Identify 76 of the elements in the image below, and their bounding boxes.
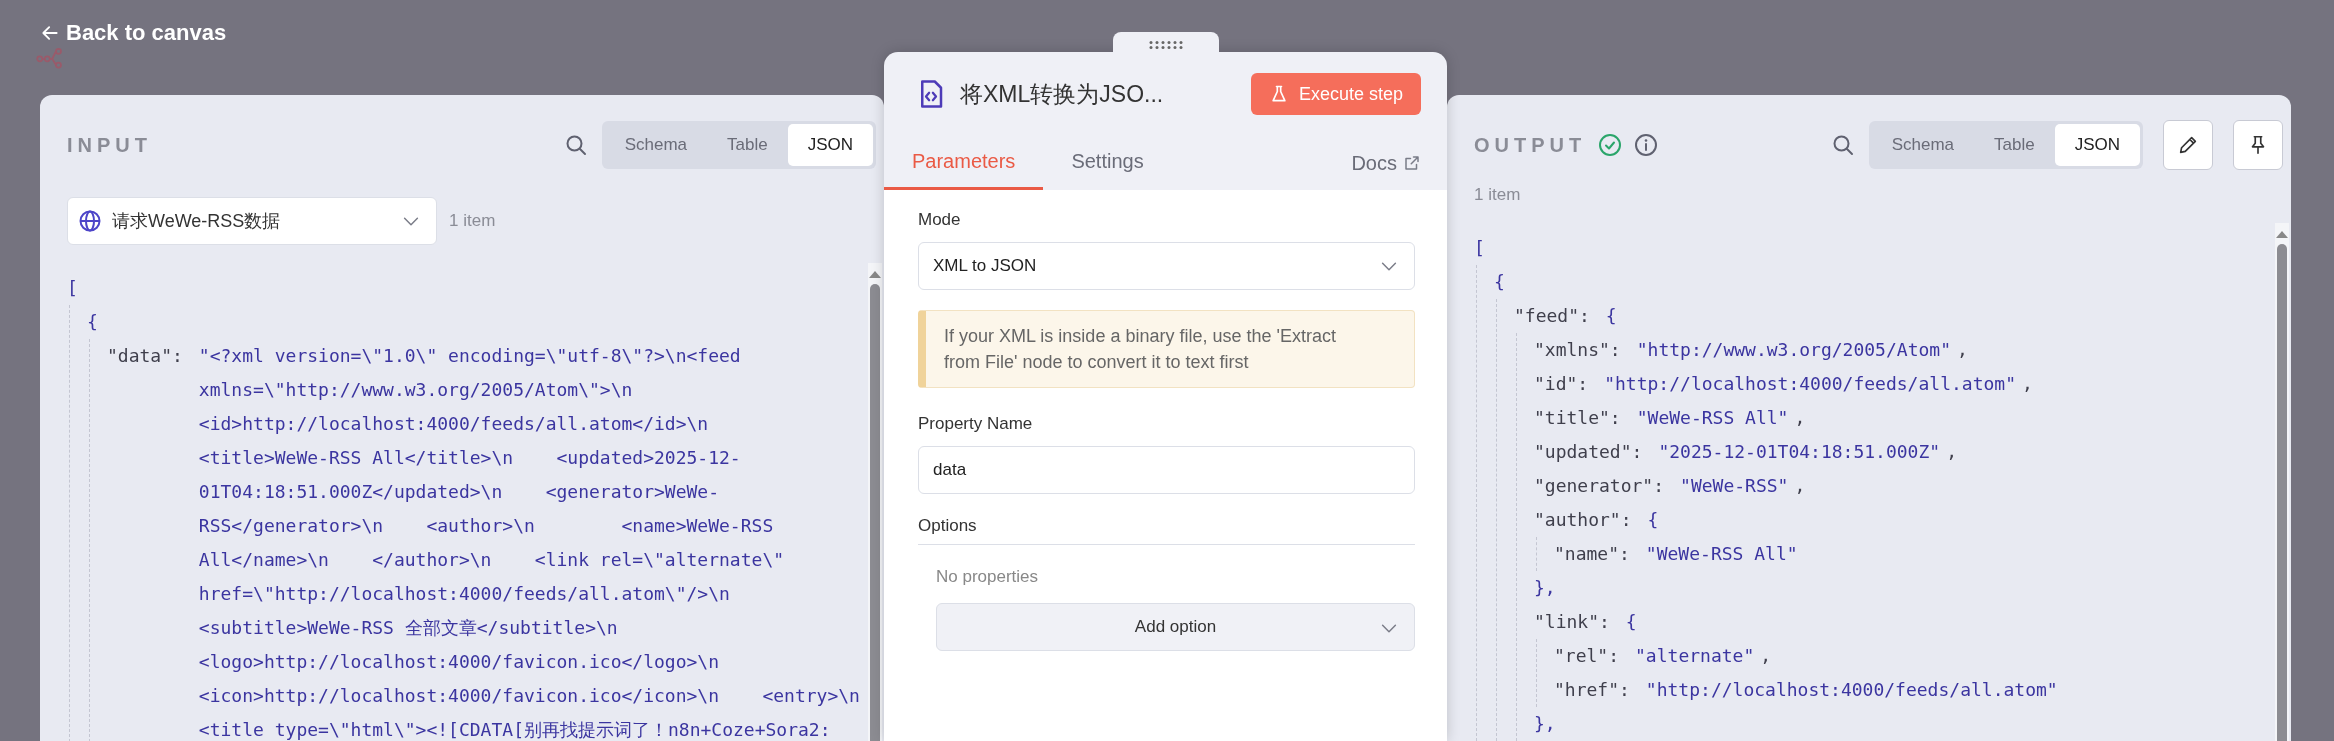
- json-key: "feed":: [1514, 299, 1590, 333]
- json-key: "author":: [1534, 503, 1632, 537]
- drag-handle[interactable]: [1112, 32, 1219, 56]
- json-value: "WeWe-RSS All": [1636, 406, 1789, 430]
- edit-button[interactable]: [2163, 120, 2213, 170]
- scrollbar-thumb[interactable]: [870, 284, 880, 741]
- json-bracket: {: [1647, 508, 1659, 532]
- scrollbar[interactable]: [868, 263, 882, 741]
- json-value: "http://localhost:4000/feeds/all.atom": [1604, 372, 2016, 396]
- json-value: "http://localhost:4000/feeds/all.atom": [1645, 678, 2058, 702]
- info-icon: [1634, 133, 1659, 157]
- back-to-canvas-link[interactable]: Back to canvas: [40, 20, 227, 46]
- item-count: 1 item: [449, 211, 496, 231]
- execute-step-button[interactable]: Execute step: [1250, 73, 1421, 115]
- field-label: Property Name: [918, 414, 1034, 434]
- back-arrow-icon: [40, 23, 60, 43]
- search-icon[interactable]: [563, 133, 588, 157]
- docs-link[interactable]: Docs: [1351, 136, 1421, 190]
- scrollbar[interactable]: [2275, 223, 2289, 741]
- property-name-field[interactable]: data: [918, 446, 1415, 494]
- view-tab[interactable]: Schema: [1871, 124, 1974, 166]
- json-bracket: },: [1534, 576, 1556, 600]
- section-heading: Options: [918, 516, 1415, 545]
- node-title: 将XML转换为JSO...: [960, 79, 1164, 109]
- json-punctuation: ,: [1794, 406, 1806, 430]
- add-option-button[interactable]: Add option: [936, 603, 1415, 651]
- json-punctuation: ,: [1794, 474, 1806, 498]
- info-notice: If your XML is inside a binary file, use the 'Extract from File' node to convert it to text first: [918, 310, 1415, 388]
- json-bracket: {: [87, 310, 98, 334]
- mode-select[interactable]: XML to JSON: [918, 242, 1415, 290]
- json-value: "WeWe-RSS All": [1645, 542, 1798, 566]
- json-key: "updated":: [1534, 435, 1643, 469]
- empty-message: No properties: [936, 567, 1040, 587]
- json-punctuation: ,: [1760, 644, 1772, 668]
- json-key: "data":: [107, 339, 183, 373]
- json-value: "alternate": [1635, 644, 1755, 668]
- view-tab[interactable]: JSON: [2054, 124, 2140, 166]
- json-key: "title":: [1534, 401, 1621, 435]
- scrollbar-thumb[interactable]: [2277, 244, 2287, 741]
- external-link-icon: [1403, 154, 1421, 172]
- json-bracket: {: [1494, 270, 1505, 294]
- json-punctuation: ,: [2022, 372, 2033, 396]
- json-bracket: [: [1474, 236, 1485, 260]
- item-count: 1 item: [1474, 185, 1522, 205]
- globe-icon: [78, 209, 102, 233]
- pencil-icon: [2177, 134, 2199, 156]
- json-value: "2025-12-01T04:18:51.000Z": [1658, 440, 1941, 464]
- json-key: "href":: [1554, 673, 1630, 707]
- search-icon[interactable]: [1830, 133, 1855, 157]
- panel-title: OUTPUT: [1474, 133, 1587, 157]
- json-bracket: [: [67, 276, 78, 300]
- view-tab[interactable]: Table: [1974, 124, 2055, 166]
- json-punctuation: ,: [1946, 440, 1957, 464]
- json-value: "<?xml version=\"1.0\" encoding=\"utf-8\"?>\n<feed xmlns=\"http://www.w3.org/2005/Atom\">\n <id>http://localhost:4000/feeds/all.atom</id>\n <title>WeWe-RSS All</title>\n <updated>2025-12-01T04:18:51.000Z</updated>\n <generator>WeWe-RSS</generator>\n <author>\n <name>WeWe-RSS All</name>\n </author>\n <link rel=\"alternate\" href=\"http://localhost:4000/feeds/all.atom\"/>\n <subtitle>WeWe-RSS 全部文章</subtitle>\n <logo>http://localhost:4000/favicon.ico</logo>\n <icon>http://localhost:4000/favicon.ico</icon>\n <entry>\n <title type=\"html\"><![CDATA[别再找提示词了！n8n+Coze+Sora2:: [198, 344, 860, 741]
- json-key: "id":: [1534, 367, 1589, 401]
- pin-button[interactable]: [2233, 120, 2283, 170]
- drag-dots-icon[interactable]: [1147, 40, 1184, 50]
- json-value: "http://www.w3.org/2005/Atom": [1636, 338, 1951, 362]
- view-tab[interactable]: JSON: [787, 124, 873, 166]
- view-tab[interactable]: Table: [707, 124, 788, 166]
- field-label: Mode: [918, 210, 962, 230]
- json-bracket: {: [1605, 304, 1617, 328]
- json-key: "rel":: [1554, 639, 1620, 673]
- json-bracket: {: [1625, 610, 1637, 634]
- json-key: "xmlns":: [1534, 333, 1621, 367]
- json-value: "WeWe-RSS": [1680, 474, 1789, 498]
- json-punctuation: ,: [1957, 338, 1968, 362]
- settings-tab[interactable]: Settings: [1043, 136, 1172, 190]
- json-bracket: },: [1534, 712, 1556, 736]
- json-key: "link":: [1534, 605, 1610, 639]
- node-dropdown[interactable]: 请求WeWe-RSS数据: [67, 197, 437, 245]
- view-tab[interactable]: Schema: [604, 124, 707, 166]
- json-key: "name":: [1554, 537, 1630, 571]
- panel-title: INPUT: [67, 133, 152, 157]
- scroll-up-icon[interactable]: [2276, 231, 2288, 238]
- json-key: "generator":: [1534, 469, 1665, 503]
